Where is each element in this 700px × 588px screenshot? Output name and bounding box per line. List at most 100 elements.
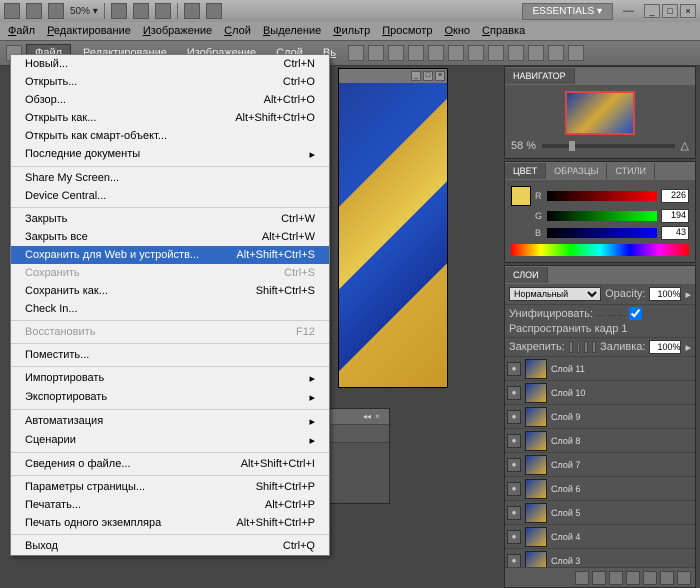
visibility-icon[interactable]: ● bbox=[507, 482, 521, 496]
align-icon-1[interactable] bbox=[368, 45, 384, 61]
hand-icon[interactable] bbox=[111, 3, 127, 19]
doc-max-icon[interactable]: □ bbox=[423, 71, 433, 81]
align-icon-7[interactable] bbox=[488, 45, 504, 61]
menuitem--[interactable]: Экспортировать▸ bbox=[11, 388, 329, 407]
menuitem--[interactable]: Параметры страницы...Shift+Ctrl+P bbox=[11, 478, 329, 496]
layer-row[interactable]: ●Слой 7 bbox=[505, 453, 695, 477]
layer-name[interactable]: Слой 9 bbox=[551, 412, 580, 422]
layer-row[interactable]: ●Слой 5 bbox=[505, 501, 695, 525]
menuitem--[interactable]: Автоматизация▸ bbox=[11, 412, 329, 431]
arrange-icon[interactable] bbox=[184, 3, 200, 19]
menuitem--[interactable]: Закрыть всеAlt+Ctrl+W bbox=[11, 228, 329, 246]
menuitem-share-my-screen-[interactable]: Share My Screen... bbox=[11, 169, 329, 187]
adjust-icon[interactable] bbox=[626, 571, 640, 585]
color-spectrum[interactable] bbox=[511, 244, 689, 256]
fill-input[interactable] bbox=[649, 340, 681, 354]
rotate-icon[interactable] bbox=[155, 3, 171, 19]
opacity-flyout-icon[interactable]: ▸ bbox=[685, 288, 691, 301]
nav-zoom-slider[interactable] bbox=[542, 144, 674, 148]
layout-icon[interactable] bbox=[48, 3, 64, 19]
menuitem--[interactable]: Открыть как смарт-объект... bbox=[11, 127, 329, 145]
layer-row[interactable]: ● Слой 10 bbox=[505, 381, 695, 405]
lock-paint-icon[interactable] bbox=[577, 341, 581, 353]
align-icon-9[interactable] bbox=[528, 45, 544, 61]
layer-row[interactable]: ● Слой 11 bbox=[505, 357, 695, 381]
layer-thumb[interactable] bbox=[525, 431, 547, 451]
menuitem--[interactable]: Сохранить как...Shift+Ctrl+S bbox=[11, 282, 329, 300]
visibility-icon[interactable]: ● bbox=[507, 362, 521, 376]
align-icon-5[interactable] bbox=[448, 45, 464, 61]
link-icon[interactable] bbox=[575, 571, 589, 585]
layer-name[interactable]: Слой 7 bbox=[551, 460, 580, 470]
menuitem--[interactable]: Печать одного экземпляраAlt+Shift+Ctrl+P bbox=[11, 514, 329, 532]
layer-thumb[interactable] bbox=[525, 455, 547, 475]
menuitem--[interactable]: Последние документы▸ bbox=[11, 145, 329, 164]
align-icon-4[interactable] bbox=[428, 45, 444, 61]
lock-pos-icon[interactable] bbox=[584, 341, 588, 353]
min-button[interactable]: _ bbox=[644, 4, 660, 18]
slider-g[interactable] bbox=[547, 211, 657, 221]
layer-name[interactable]: Слой 3 bbox=[551, 556, 580, 566]
unify-style-icon[interactable] bbox=[618, 311, 626, 316]
menuitem--[interactable]: Поместить... bbox=[11, 346, 329, 364]
layer-name[interactable]: Слой 4 bbox=[551, 532, 580, 542]
blend-mode-select[interactable]: Нормальный bbox=[509, 287, 601, 301]
align-icon-10[interactable] bbox=[548, 45, 564, 61]
layer-thumb[interactable] bbox=[525, 551, 547, 568]
menuitem-check-in-[interactable]: Check In... bbox=[11, 300, 329, 318]
visibility-icon[interactable]: ● bbox=[507, 530, 521, 544]
tab-navigator[interactable]: НАВИГАТОР bbox=[505, 68, 575, 84]
panel-close-icon[interactable]: × bbox=[375, 412, 385, 422]
align-icon-11[interactable] bbox=[568, 45, 584, 61]
unify-pos-icon[interactable] bbox=[596, 311, 604, 316]
menu-справка[interactable]: Справка bbox=[476, 23, 531, 39]
minimize-icon[interactable]: — bbox=[619, 5, 638, 17]
menu-фильтр[interactable]: Фильтр bbox=[327, 23, 376, 39]
layer-row[interactable]: ●Слой 8 bbox=[505, 429, 695, 453]
slider-r[interactable] bbox=[547, 191, 657, 201]
layer-thumb[interactable] bbox=[525, 527, 547, 547]
new-layer-icon[interactable] bbox=[660, 571, 674, 585]
layer-name[interactable]: Слой 5 bbox=[551, 508, 580, 518]
layer-thumb[interactable] bbox=[525, 383, 547, 403]
close-button[interactable]: × bbox=[680, 4, 696, 18]
menuitem--[interactable]: Открыть как...Alt+Shift+Ctrl+O bbox=[11, 109, 329, 127]
menu-выделение[interactable]: Выделение bbox=[257, 23, 327, 39]
workspace-switcher[interactable]: ESSENTIALS ▾ bbox=[522, 3, 614, 20]
menuitem--[interactable]: Открыть...Ctrl+O bbox=[11, 73, 329, 91]
layer-row[interactable]: ● Слой 9 bbox=[505, 405, 695, 429]
layer-name[interactable]: Слой 10 bbox=[551, 388, 585, 398]
layer-thumb[interactable] bbox=[525, 407, 547, 427]
tab-цвет[interactable]: ЦВЕТ bbox=[505, 163, 546, 179]
visibility-icon[interactable]: ● bbox=[507, 554, 521, 568]
layer-name[interactable]: Слой 11 bbox=[551, 364, 585, 374]
menu-просмотр[interactable]: Просмотр bbox=[376, 23, 438, 39]
align-icon-6[interactable] bbox=[468, 45, 484, 61]
ps-logo-icon[interactable] bbox=[4, 3, 20, 19]
value-r[interactable]: 226 bbox=[661, 189, 689, 203]
menuitem--[interactable]: Новый...Ctrl+N bbox=[11, 55, 329, 73]
visibility-icon[interactable]: ● bbox=[507, 410, 521, 424]
layer-thumb[interactable] bbox=[525, 479, 547, 499]
layer-thumb[interactable] bbox=[525, 359, 547, 379]
menuitem--web-[interactable]: Сохранить для Web и устройств...Alt+Shif… bbox=[11, 246, 329, 264]
menuitem--[interactable]: ЗакрытьCtrl+W bbox=[11, 210, 329, 228]
zoom-icon[interactable] bbox=[133, 3, 149, 19]
menuitem--[interactable]: Печатать...Alt+Ctrl+P bbox=[11, 496, 329, 514]
visibility-icon[interactable]: ● bbox=[507, 386, 521, 400]
lock-trans-icon[interactable] bbox=[569, 341, 573, 353]
menu-окно[interactable]: Окно bbox=[438, 23, 476, 39]
unify-vis-icon[interactable] bbox=[607, 311, 615, 316]
max-button[interactable]: □ bbox=[662, 4, 678, 18]
menu-изображение[interactable]: Изображение bbox=[137, 23, 218, 39]
menuitem--[interactable]: Импортировать▸ bbox=[11, 369, 329, 388]
layer-row[interactable]: ●Слой 6 bbox=[505, 477, 695, 501]
mask-icon[interactable] bbox=[609, 571, 623, 585]
menu-редактирование[interactable]: Редактирование bbox=[41, 23, 137, 39]
lock-all-icon[interactable] bbox=[592, 341, 596, 353]
panel-collapse-icon[interactable]: ◂◂ bbox=[363, 412, 373, 422]
propagate-checkbox[interactable] bbox=[629, 307, 642, 320]
menuitem--[interactable]: ВыходCtrl+Q bbox=[11, 537, 329, 555]
layer-row[interactable]: ● Слой 3 bbox=[505, 549, 695, 567]
trash-icon[interactable] bbox=[677, 571, 691, 585]
